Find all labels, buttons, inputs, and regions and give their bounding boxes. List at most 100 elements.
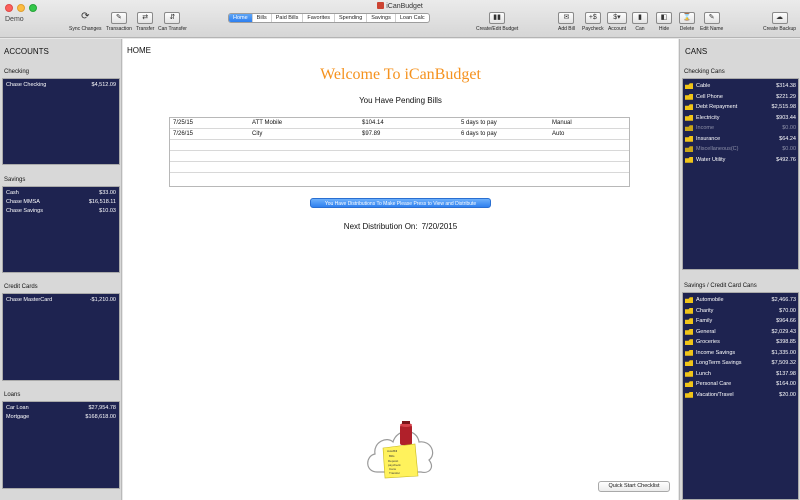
transaction-button[interactable]: ✎ Transaction: [106, 12, 132, 32]
pending-bills-title: You Have Pending Bills: [359, 96, 442, 105]
can-amount: $0.00: [782, 125, 796, 131]
can-amount: $314.38: [776, 83, 796, 89]
can-row[interactable]: Cable $314.38: [684, 81, 797, 92]
welcome-title: Welcome To iCanBudget: [320, 66, 481, 83]
accounts-sidebar: ACCOUNTS Checking Chase Checking $4,512.0…: [0, 39, 122, 500]
transfer-button[interactable]: ⇄ Transfer: [136, 12, 154, 32]
account-row[interactable]: Chase MasterCard -$1,210.00: [5, 296, 117, 305]
next-distribution-label: Next Distribution On:: [343, 222, 418, 231]
bill-due: 5 days to pay: [461, 120, 497, 126]
tab-paid-bills[interactable]: Paid Bills: [272, 14, 304, 22]
folder-can-icon: [685, 156, 693, 163]
can-amount: $164.00: [776, 381, 796, 387]
sync-changes-button[interactable]: ⟳ Sync Changes: [69, 12, 102, 33]
can-row[interactable]: Groceries $398.85: [684, 337, 797, 348]
folder-can-icon: [685, 83, 693, 90]
tab-home[interactable]: Home: [229, 14, 253, 22]
budget-icon: ▮▮: [489, 12, 506, 24]
can-row[interactable]: Vacation/Travel $20.00: [684, 390, 797, 401]
create-edit-budget-button[interactable]: ▮▮ Create/Edit Budget: [476, 12, 518, 32]
account-amount: $10.03: [99, 208, 116, 214]
view-distributions-button[interactable]: You Have Distributions To Make Please Pr…: [310, 198, 491, 208]
can-row[interactable]: Charity $70.00: [684, 306, 797, 317]
can-name: Personal Care: [696, 381, 732, 387]
folder-can-icon: [685, 391, 693, 398]
tab-favorites[interactable]: Favorites: [303, 14, 336, 22]
savings-credit-cans-list: Automobile $2,466.73 Charity $70.00 Family…: [682, 292, 799, 500]
folder-can-icon: [685, 339, 693, 346]
delete-button[interactable]: ⌛ Delete: [679, 12, 695, 32]
table-row[interactable]: 7/26/15 City $97.89 6 days to pay Auto: [170, 129, 629, 140]
bill-date: 7/25/15: [173, 120, 194, 126]
can-name: Cell Phone: [696, 93, 723, 100]
tab-bills[interactable]: Bills: [253, 14, 272, 22]
can-row[interactable]: Family $964.66: [684, 316, 797, 327]
bill-payee: ATT Mobile: [252, 120, 283, 126]
folder-can-icon: [685, 318, 693, 325]
can-label: Can: [635, 26, 645, 32]
edit-name-button[interactable]: ✎ Edit Name: [700, 12, 723, 32]
paycheck-button[interactable]: +$ Paycheck: [582, 12, 604, 32]
can-row[interactable]: Electricity $903.44: [684, 113, 797, 124]
can-name: Cable: [696, 83, 711, 89]
can-row[interactable]: LongTerm Savings $7,509.32: [684, 358, 797, 369]
can-row[interactable]: Insurance $64.24: [684, 134, 797, 145]
can-transfer-button[interactable]: ⇵ Can Transfer: [158, 12, 187, 32]
window-title: iCanBudget: [0, 2, 800, 10]
can-name: Family: [696, 318, 713, 324]
account-row[interactable]: Cash $33.00: [5, 189, 117, 198]
account-row[interactable]: Car Loan $27,954.78: [5, 404, 117, 413]
loans-group-title: Loans: [4, 392, 21, 398]
folder-can-icon: [685, 370, 693, 377]
table-row: [170, 140, 629, 151]
bill-amount: $104.14: [362, 120, 384, 126]
can-row[interactable]: Miscellaneous(C) $0.00: [684, 144, 797, 155]
quick-start-checklist-button[interactable]: Quick Start Checklist: [598, 481, 670, 492]
can-amount: $398.85: [776, 339, 796, 345]
can-row[interactable]: General $2,029.43: [684, 327, 797, 338]
can-row[interactable]: Lunch $137.98: [684, 369, 797, 380]
can-name: General: [696, 328, 716, 335]
account-row[interactable]: Chase Savings $10.03: [5, 207, 117, 216]
can-button[interactable]: ▮ Can: [632, 12, 648, 32]
folder-can-icon: [685, 104, 693, 111]
account-name: Car Loan: [6, 405, 29, 411]
paycheck-icon: +$: [584, 12, 601, 24]
folder-can-icon: [685, 297, 693, 304]
folder-can-icon: [685, 135, 693, 142]
account-name: Chase MMSA: [6, 199, 40, 205]
can-row[interactable]: Water Utility $492.76: [684, 155, 797, 166]
tab-savings[interactable]: Savings: [367, 14, 396, 22]
can-transfer-icon: ⇵: [164, 12, 181, 24]
create-backup-button[interactable]: ☁ Create Backup: [763, 12, 796, 32]
account-row[interactable]: Mortgage $168,618.00: [5, 413, 117, 422]
checking-group-title: Checking: [4, 69, 30, 75]
account-button[interactable]: $▾ Account: [607, 12, 627, 32]
add-bill-button[interactable]: ✉ Add Bill: [558, 12, 575, 32]
app-icon: [377, 2, 385, 9]
can-transfer-label: Can Transfer: [158, 26, 187, 32]
edit-name-icon: ✎: [703, 12, 720, 24]
home-panel: HOME Welcome To iCanBudget You Have Pend…: [123, 39, 678, 500]
next-distribution-date: 7/20/2015: [421, 222, 458, 231]
tab-spending[interactable]: Spending: [335, 14, 368, 22]
folder-can-icon: [685, 146, 693, 153]
can-row[interactable]: Income $0.00: [684, 123, 797, 134]
account-amount: $33.00: [99, 190, 116, 196]
transfer-icon: ⇄: [137, 12, 154, 24]
account-label: Account: [607, 26, 627, 32]
account-name: Chase Checking: [6, 82, 47, 88]
can-name: Lunch: [696, 370, 711, 377]
can-row[interactable]: Debt Repayment $2,515.98: [684, 102, 797, 113]
can-row[interactable]: Income Savings $1,335.00: [684, 348, 797, 359]
hide-button[interactable]: ◧ Hide: [656, 12, 672, 32]
tab-loan-calc[interactable]: Loan Calc: [396, 14, 429, 22]
account-row[interactable]: Chase MMSA $16,518.11: [5, 198, 117, 207]
can-row[interactable]: Personal Care $164.00: [684, 379, 797, 390]
table-row[interactable]: 7/25/15 ATT Mobile $104.14 5 days to pay…: [170, 118, 629, 129]
account-row[interactable]: Chase Checking $4,512.09: [5, 81, 117, 90]
can-row[interactable]: Cell Phone $221.29: [684, 92, 797, 103]
account-amount: $168,618.00: [85, 414, 116, 420]
can-row[interactable]: Automobile $2,466.73: [684, 295, 797, 306]
account-name: Cash: [6, 190, 19, 196]
